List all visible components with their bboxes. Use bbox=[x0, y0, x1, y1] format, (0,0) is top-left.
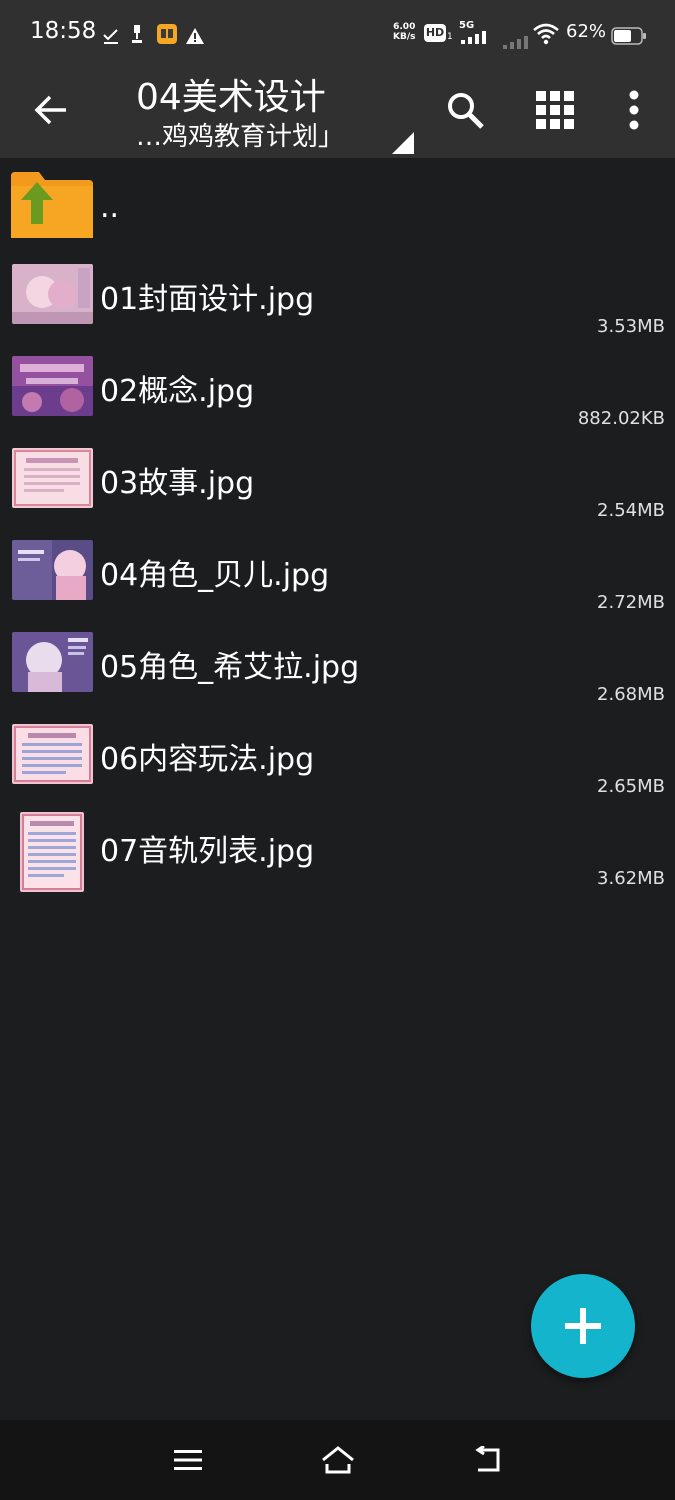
home-icon bbox=[322, 1446, 354, 1474]
file-size: 3.62MB bbox=[597, 868, 665, 889]
recents-button[interactable] bbox=[166, 1438, 210, 1482]
net-speed-value: 6.00 bbox=[393, 22, 416, 32]
signal-weak-icon bbox=[503, 36, 528, 49]
image-thumbnail bbox=[20, 812, 84, 892]
list-item[interactable]: 01封面设计.jpg 3.53MB bbox=[0, 252, 675, 344]
signal-5g-icon: 5G bbox=[459, 20, 491, 46]
image-thumbnail bbox=[12, 448, 93, 508]
list-item[interactable]: 03故事.jpg 2.54MB bbox=[0, 436, 675, 528]
sim-index: 1 bbox=[447, 32, 453, 42]
file-name: 02概念.jpg bbox=[100, 374, 255, 409]
status-time: 18:58 bbox=[30, 18, 97, 44]
home-button[interactable] bbox=[316, 1438, 360, 1482]
list-item[interactable]: 06内容玩法.jpg 2.65MB bbox=[0, 712, 675, 804]
more-vert-icon bbox=[629, 90, 639, 130]
warning-icon bbox=[186, 28, 204, 44]
page-title[interactable]: 04美术设计 bbox=[136, 68, 326, 120]
back-button[interactable] bbox=[22, 80, 82, 140]
image-thumbnail bbox=[12, 540, 93, 600]
image-thumbnail bbox=[12, 264, 93, 324]
grid-view-icon bbox=[536, 91, 574, 129]
file-size: 2.72MB bbox=[597, 592, 665, 613]
hd-icon: HD bbox=[424, 24, 446, 42]
back-arrow-icon bbox=[34, 95, 66, 125]
status-bar: 18:58 6.00 KB/s HD 1 5G 62% bbox=[0, 0, 675, 60]
file-name: 01封面设计.jpg bbox=[100, 282, 315, 317]
search-icon bbox=[448, 93, 484, 129]
battery-percent: 62% bbox=[566, 21, 607, 42]
usb-icon bbox=[132, 25, 142, 43]
file-size: 3.53MB bbox=[597, 316, 665, 337]
file-name: 03故事.jpg bbox=[100, 466, 255, 501]
list-item[interactable]: 07音轨列表.jpg 3.62MB bbox=[0, 804, 675, 896]
list-item[interactable]: 02概念.jpg 882.02KB bbox=[0, 344, 675, 436]
net-speed-unit: KB/s bbox=[393, 32, 416, 42]
grid-view-button[interactable] bbox=[525, 80, 585, 140]
back-icon bbox=[475, 1446, 500, 1472]
image-thumbnail bbox=[12, 724, 93, 784]
app-notification-icon bbox=[157, 24, 177, 44]
navigation-bar bbox=[0, 1420, 675, 1500]
path-subtitle[interactable]: …鸡鸡教育计划」 bbox=[136, 116, 344, 153]
parent-folder-icon bbox=[11, 172, 93, 238]
list-item[interactable]: 05角色_希艾拉.jpg 2.68MB bbox=[0, 620, 675, 712]
file-name: .. bbox=[100, 190, 120, 225]
image-thumbnail bbox=[12, 356, 93, 416]
app-bar: 04美术设计 …鸡鸡教育计划」 bbox=[0, 60, 675, 158]
list-item-parent[interactable]: .. bbox=[0, 160, 675, 252]
file-size: 2.68MB bbox=[597, 684, 665, 705]
file-size: 882.02KB bbox=[577, 408, 665, 429]
file-name: 06内容玩法.jpg bbox=[100, 742, 315, 777]
more-options-button[interactable] bbox=[604, 80, 664, 140]
file-name: 07音轨列表.jpg bbox=[100, 834, 315, 869]
search-button[interactable] bbox=[435, 80, 495, 140]
net-speed: 6.00 KB/s bbox=[393, 22, 415, 42]
battery-icon bbox=[611, 27, 646, 45]
menu-icon bbox=[174, 1450, 202, 1470]
file-size: 2.54MB bbox=[597, 500, 665, 521]
list-item[interactable]: 04角色_贝儿.jpg 2.72MB bbox=[0, 528, 675, 620]
system-back-button[interactable] bbox=[466, 1438, 510, 1482]
dropdown-triangle-icon[interactable] bbox=[392, 132, 414, 154]
check-download-icon bbox=[103, 29, 118, 44]
file-name: 05角色_希艾拉.jpg bbox=[100, 650, 360, 685]
file-size: 2.65MB bbox=[597, 776, 665, 797]
plus-icon bbox=[565, 1308, 601, 1344]
file-name: 04角色_贝儿.jpg bbox=[100, 558, 330, 593]
image-thumbnail bbox=[12, 632, 93, 692]
wifi-icon bbox=[533, 23, 559, 45]
add-button[interactable] bbox=[531, 1274, 635, 1378]
